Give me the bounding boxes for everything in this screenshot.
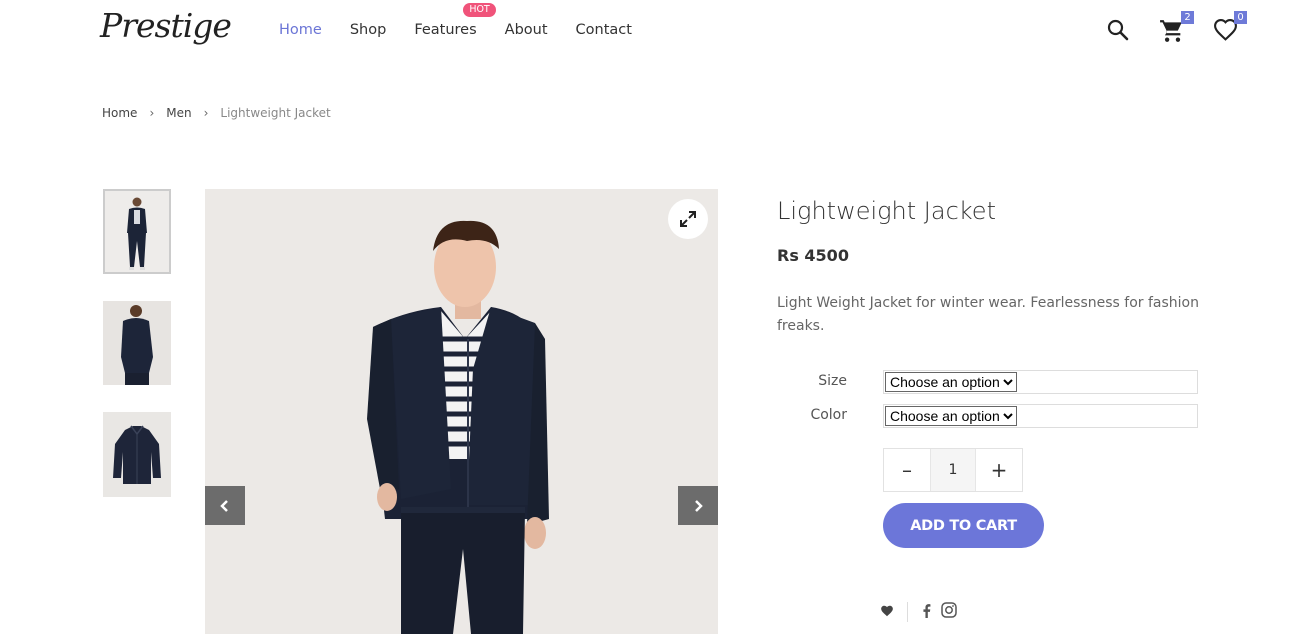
- product-thumbnail-3[interactable]: [103, 412, 171, 497]
- color-label: Color: [810, 407, 847, 423]
- instagram-icon[interactable]: [941, 602, 957, 622]
- size-select-wrap: Choose an option: [883, 370, 1198, 394]
- quantity-input[interactable]: 1: [930, 449, 976, 491]
- color-select-wrap: Choose an option: [883, 404, 1198, 428]
- cart-button[interactable]: 2: [1159, 11, 1194, 48]
- main-nav: Home Shop Features HOT About Contact: [279, 3, 660, 38]
- share-links: [880, 602, 957, 622]
- search-icon[interactable]: [1106, 18, 1130, 46]
- product-price: Rs 4500: [777, 246, 849, 265]
- product-title: Lightweight Jacket: [777, 197, 996, 225]
- breadcrumb-men[interactable]: Men: [166, 106, 191, 120]
- wishlist-heart-icon[interactable]: [880, 603, 894, 622]
- size-label: Size: [818, 373, 847, 389]
- quantity-increase-button[interactable]: +: [976, 449, 1022, 491]
- previous-image-button[interactable]: [205, 486, 245, 525]
- expand-icon: [680, 211, 696, 227]
- nav-item-shop[interactable]: Shop: [350, 22, 386, 38]
- breadcrumb-current: Lightweight Jacket: [220, 106, 331, 120]
- nav-item-contact[interactable]: Contact: [576, 22, 632, 38]
- breadcrumb-home[interactable]: Home: [102, 106, 137, 120]
- color-select[interactable]: Choose an option: [885, 406, 1017, 426]
- nav-item-home[interactable]: Home: [279, 22, 322, 38]
- breadcrumb-chevron-icon: ›: [203, 106, 209, 120]
- add-to-cart-button[interactable]: ADD TO CART: [883, 503, 1044, 548]
- breadcrumb: Home › Men › Lightweight Jacket: [102, 106, 331, 120]
- product-thumbnail-2[interactable]: [103, 301, 171, 385]
- social-divider: [907, 602, 908, 622]
- next-image-button[interactable]: [678, 486, 718, 525]
- nav-item-features-label: Features: [414, 22, 477, 38]
- facebook-icon[interactable]: [922, 603, 931, 622]
- nav-item-features[interactable]: Features HOT: [414, 3, 496, 38]
- size-select[interactable]: Choose an option: [885, 372, 1017, 392]
- wishlist-count-badge: 0: [1234, 11, 1247, 24]
- chevron-right-icon: [695, 499, 703, 512]
- quantity-stepper: – 1 +: [883, 448, 1023, 492]
- nav-item-about[interactable]: About: [505, 22, 548, 38]
- cart-count-badge: 2: [1181, 11, 1194, 24]
- jacket-model-photo: [205, 189, 718, 634]
- chevron-left-icon: [220, 499, 228, 512]
- product-thumbnail-1[interactable]: [103, 189, 171, 274]
- product-description: Light Weight Jacket for winter wear. Fea…: [777, 295, 1199, 334]
- wishlist-button[interactable]: 0: [1213, 11, 1247, 47]
- hot-badge: HOT: [463, 3, 496, 17]
- product-main-image: [205, 189, 718, 634]
- site-logo[interactable]: Prestige: [100, 6, 232, 45]
- breadcrumb-chevron-icon: ›: [149, 106, 155, 120]
- quantity-decrease-button[interactable]: –: [884, 449, 930, 491]
- expand-image-button[interactable]: [668, 199, 708, 239]
